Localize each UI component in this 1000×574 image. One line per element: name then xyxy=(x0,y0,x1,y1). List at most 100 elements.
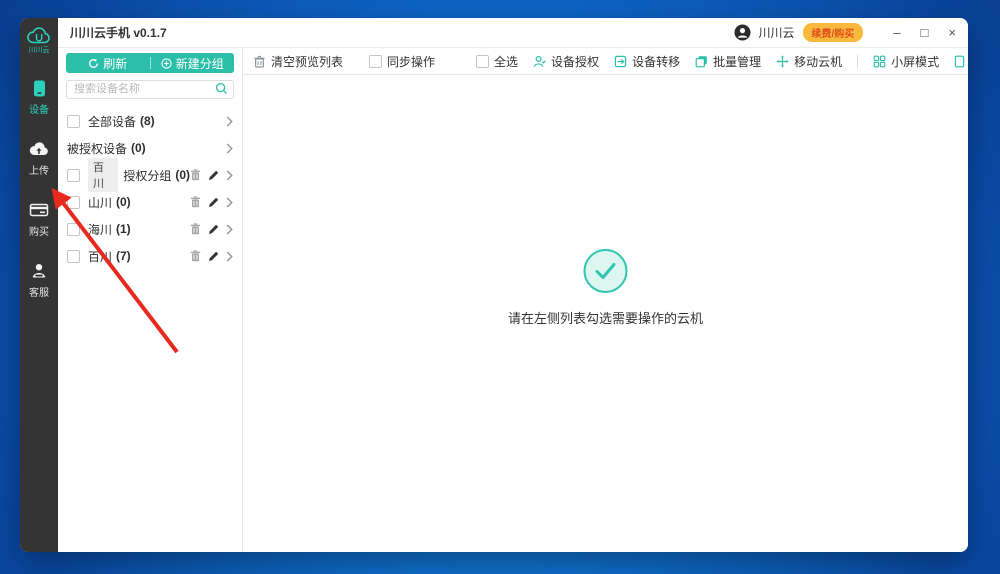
small-screen-label: 小屏模式 xyxy=(891,54,940,69)
select-all-toggle[interactable]: 全选 xyxy=(476,53,518,70)
refresh-icon xyxy=(88,58,99,69)
sync-label: 同步操作 xyxy=(387,54,436,69)
row-checkbox[interactable] xyxy=(67,168,80,182)
row-count: (8) xyxy=(140,114,155,128)
small-screen-mode-button[interactable]: 小屏模式 xyxy=(873,53,939,70)
edit-pencil-icon[interactable] xyxy=(208,224,219,235)
new-group-label: 新建分组 xyxy=(175,56,224,71)
cloud-upload-icon xyxy=(29,139,49,159)
search-input[interactable] xyxy=(66,79,234,99)
row-checkbox[interactable] xyxy=(67,195,80,209)
titlebar: 川川云手机 v0.1.7 川川云 续费/购买 – □ × xyxy=(58,18,968,48)
search-icon[interactable] xyxy=(215,82,228,95)
row-count: (0) xyxy=(175,168,190,182)
empty-state-text: 请在左侧列表勾选需要操作的云机 xyxy=(507,311,704,326)
app-logo: 川川云 xyxy=(27,27,51,55)
sidebar-item-buy[interactable]: 购买 xyxy=(29,200,49,238)
device-transfer-label: 设备转移 xyxy=(632,54,681,69)
screen-rect-icon xyxy=(954,55,965,68)
nav-sidebar: 川川云 设备 上传 购买 客服 xyxy=(20,18,58,552)
edit-pencil-icon[interactable] xyxy=(208,251,219,262)
row-label: 百川 xyxy=(88,249,113,264)
plus-circle-icon xyxy=(161,57,172,69)
logo-label: 川川云 xyxy=(28,47,50,54)
row-count: (1) xyxy=(116,222,131,236)
group-owner-tag: 百川 xyxy=(88,158,119,192)
clear-preview-label: 清空预览列表 xyxy=(271,54,344,69)
sidebar-item-label: 购买 xyxy=(29,227,49,238)
sidebar-item-support[interactable]: 客服 xyxy=(29,261,49,299)
app-window: 川川云 设备 上传 购买 客服 川川云手机 v0.1.7 川川云 续费/购买 –… xyxy=(20,18,968,552)
chevron-right-icon[interactable] xyxy=(226,142,233,154)
row-label: 被授权设备 xyxy=(67,141,128,156)
edit-pencil-icon[interactable] xyxy=(208,170,219,181)
row-label: 海川 xyxy=(88,222,113,237)
list-item-authorized-devices[interactable]: 被授权设备 (0) xyxy=(58,135,242,162)
batch-manage-button[interactable]: 批量管理 xyxy=(695,53,761,70)
list-item-group[interactable]: 百川 授权分组 (0) xyxy=(58,158,242,192)
list-item-all-devices[interactable]: 全部设备 (8) xyxy=(58,108,242,135)
sidebar-item-devices[interactable]: 设备 xyxy=(29,78,49,116)
move-cloud-button[interactable]: 移动云机 xyxy=(776,53,842,70)
main-area: 清空预览列表 同步操作 全选 设备授权 设备转移 批量管理 移动云机 小屏模式 … xyxy=(243,48,968,552)
device-auth-button[interactable]: 设备授权 xyxy=(533,53,599,70)
sidebar-item-upload[interactable]: 上传 xyxy=(29,139,49,177)
row-count: (0) xyxy=(131,141,146,155)
credit-card-icon xyxy=(29,200,49,220)
select-all-checkbox[interactable] xyxy=(476,54,490,68)
trash-icon[interactable] xyxy=(190,223,201,235)
device-auth-label: 设备授权 xyxy=(551,54,600,69)
row-label: 授权分组 xyxy=(123,168,172,183)
close-button[interactable]: × xyxy=(948,26,956,39)
edit-pencil-icon[interactable] xyxy=(208,197,219,208)
move-arrows-icon xyxy=(776,54,789,68)
device-group-panel: 刷新 新建分组 搜索设备名称 全部设备 (8) 被授权设备 (0) 百川 授权分… xyxy=(58,48,243,552)
move-cloud-label: 移动云机 xyxy=(794,54,843,69)
row-checkbox[interactable] xyxy=(67,222,80,236)
sync-checkbox[interactable] xyxy=(369,54,383,68)
list-item-group[interactable]: 百川 (7) xyxy=(58,243,242,270)
chevron-right-icon[interactable] xyxy=(226,115,233,127)
trash-icon[interactable] xyxy=(190,169,201,181)
row-count: (0) xyxy=(116,195,131,209)
grid-icon xyxy=(873,55,886,68)
list-item-group[interactable]: 山川 (0) xyxy=(58,189,242,216)
select-all-label: 全选 xyxy=(494,54,519,69)
batch-manage-label: 批量管理 xyxy=(713,54,762,69)
cloud-logo-icon xyxy=(27,27,51,44)
clear-preview-button[interactable]: 清空预览列表 xyxy=(253,53,343,70)
chevron-right-icon[interactable] xyxy=(226,196,233,208)
transfer-icon xyxy=(614,55,627,68)
trash-icon[interactable] xyxy=(190,250,201,262)
chevron-right-icon[interactable] xyxy=(226,250,233,262)
refresh-button[interactable]: 刷新 xyxy=(66,53,150,73)
empty-state: 请在左侧列表勾选需要操作的云机 xyxy=(508,249,703,327)
user-name[interactable]: 川川云 xyxy=(759,24,795,41)
chevron-right-icon[interactable] xyxy=(226,169,233,181)
sync-operation-toggle[interactable]: 同步操作 xyxy=(369,53,435,70)
minimize-button[interactable]: – xyxy=(893,26,900,39)
list-item-group[interactable]: 海川 (1) xyxy=(58,216,242,243)
row-checkbox[interactable] xyxy=(67,249,80,263)
device-transfer-button[interactable]: 设备转移 xyxy=(614,53,680,70)
landscape-mode-button[interactable]: 横屏模式 xyxy=(954,53,968,70)
new-group-button[interactable]: 新建分组 xyxy=(151,53,235,73)
person-icon xyxy=(533,55,546,68)
customer-service-icon xyxy=(29,261,49,281)
check-circle-icon xyxy=(583,249,628,293)
refresh-label: 刷新 xyxy=(103,56,128,71)
toolbar-divider xyxy=(857,54,859,68)
row-checkbox[interactable] xyxy=(67,114,80,128)
renew-buy-badge[interactable]: 续费/购买 xyxy=(802,23,864,42)
trash-icon[interactable] xyxy=(190,196,201,208)
row-count: (7) xyxy=(116,249,131,263)
sidebar-item-label: 客服 xyxy=(29,288,49,299)
maximize-button[interactable]: □ xyxy=(921,26,929,39)
sidebar-item-label: 设备 xyxy=(29,105,49,116)
sidebar-item-label: 上传 xyxy=(29,166,49,177)
user-avatar[interactable] xyxy=(734,24,751,41)
row-label: 山川 xyxy=(88,195,113,210)
trash-icon xyxy=(253,55,266,68)
chevron-right-icon[interactable] xyxy=(226,223,233,235)
phone-icon xyxy=(29,78,49,98)
